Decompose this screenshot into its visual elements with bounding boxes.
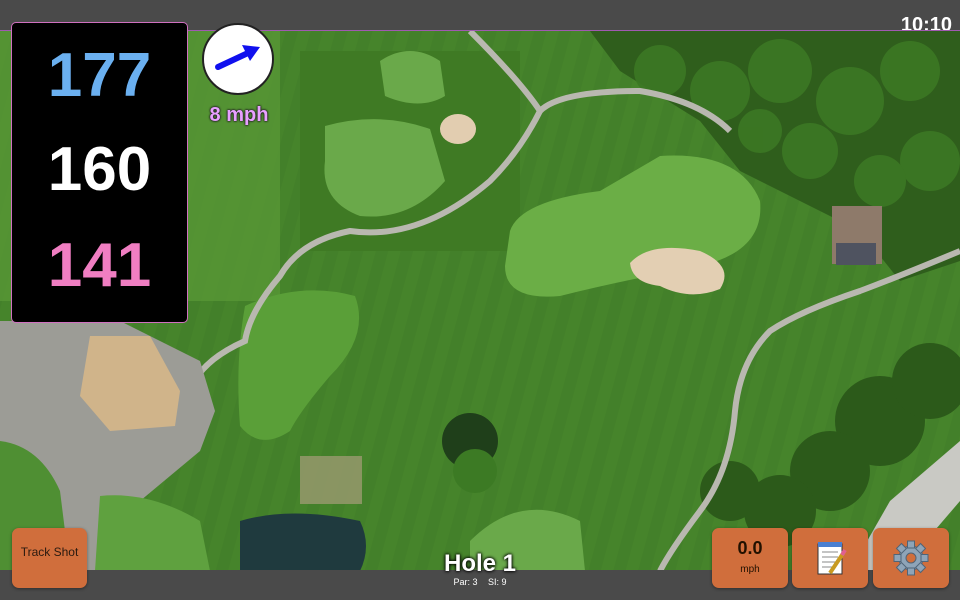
hole-info: Par: 3 SI: 9 (380, 577, 580, 587)
settings-button[interactable] (873, 528, 949, 588)
middle-yardage: 160 (47, 135, 152, 204)
speed-value: 0.0 (737, 538, 763, 558)
arrow-icon (215, 45, 260, 70)
wind-speed: 8 mph (209, 104, 269, 126)
speed-button[interactable]: 0.0 mph (712, 528, 788, 588)
front-yardage: 141 (47, 231, 152, 300)
hole-stroke-index: SI: 9 (488, 577, 507, 587)
wind-indicator (202, 23, 274, 95)
track-shot-button[interactable]: Track Shot (12, 528, 87, 588)
hole-par: Par: 3 (453, 577, 478, 587)
hole-title: Hole 1 (443, 550, 517, 577)
notes-button[interactable] (792, 528, 868, 588)
back-yardage: 177 (47, 41, 152, 110)
yardage-panel: 177 160 141 (11, 22, 188, 323)
track-shot-label: Track Shot (20, 545, 79, 559)
notepad-icon (817, 542, 847, 575)
gear-icon (893, 540, 929, 576)
speed-unit: mph (740, 564, 760, 575)
